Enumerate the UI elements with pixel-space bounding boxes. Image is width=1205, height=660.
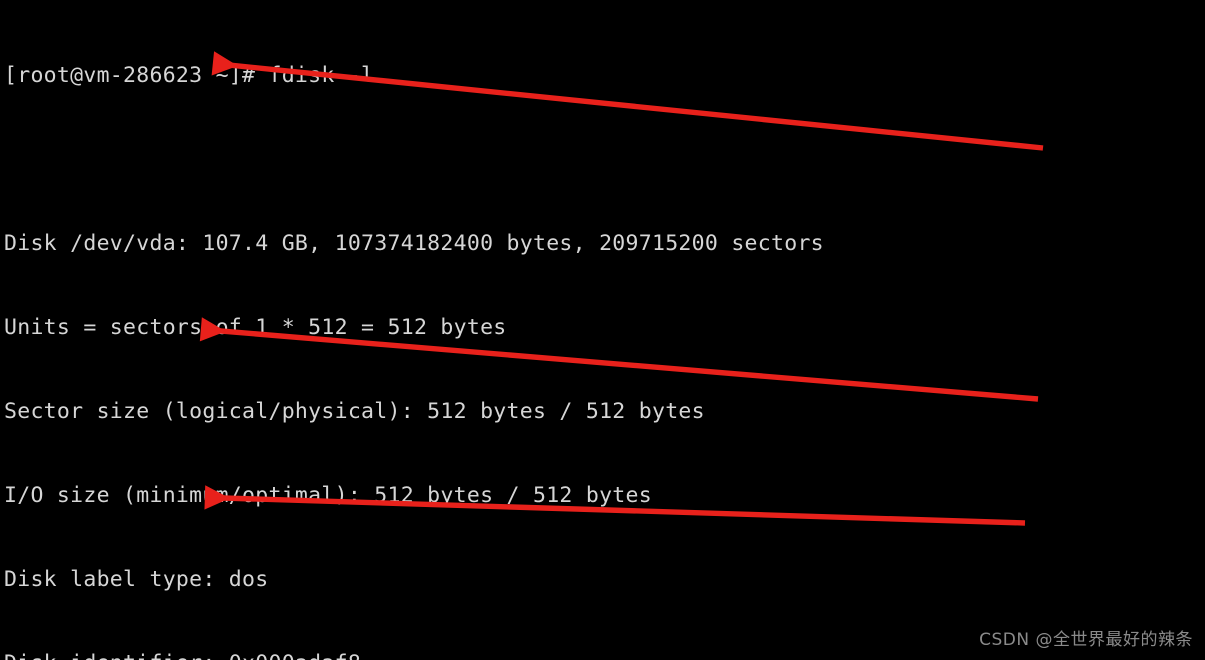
terminal-screenshot: [root@vm-286623 ~]# fdisk -l Disk /dev/v… — [0, 0, 1205, 660]
csdn-watermark: CSDN @全世界最好的辣条 — [979, 630, 1193, 650]
terminal-output[interactable]: [root@vm-286623 ~]# fdisk -l Disk /dev/v… — [0, 0, 1205, 660]
terminal-line: [root@vm-286623 ~]# fdisk -l — [4, 63, 375, 88]
terminal-line-vda-label-type: Disk label type: dos — [4, 567, 269, 592]
terminal-line-vda-sector-size: Sector size (logical/physical): 512 byte… — [4, 399, 705, 424]
terminal-line-vda-identifier: Disk identifier: 0x000adaf8 — [4, 650, 1205, 660]
terminal-line-vda-units: Units = sectors of 1 * 512 = 512 bytes — [4, 315, 507, 340]
terminal-line-disk-vda: Disk /dev/vda: 107.4 GB, 107374182400 by… — [4, 231, 824, 256]
terminal-line-vda-io-size: I/O size (minimum/optimal): 512 bytes / … — [4, 483, 652, 508]
